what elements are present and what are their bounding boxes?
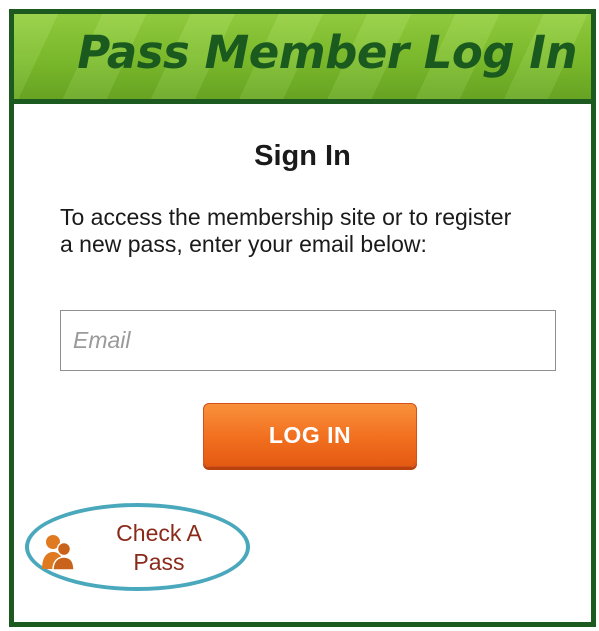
person-icon (42, 535, 75, 571)
sign-in-heading: Sign In (254, 140, 351, 172)
check-a-pass-label-line2: Pass (133, 549, 185, 575)
log-in-button[interactable]: LOG IN (203, 403, 417, 467)
banner-header: Pass Member Log In (14, 14, 591, 104)
login-panel: Pass Member Log In Sign In To access the… (9, 9, 596, 627)
sign-in-instructions: To access the membership site or to regi… (60, 204, 512, 257)
banner-title: Pass Member Log In (77, 26, 577, 79)
check-a-pass-link[interactable]: Check A Pass (25, 503, 250, 591)
email-input[interactable] (60, 310, 556, 371)
check-a-pass-label: Check A Pass (99, 519, 219, 577)
check-a-pass-label-line1: Check A (116, 520, 202, 546)
